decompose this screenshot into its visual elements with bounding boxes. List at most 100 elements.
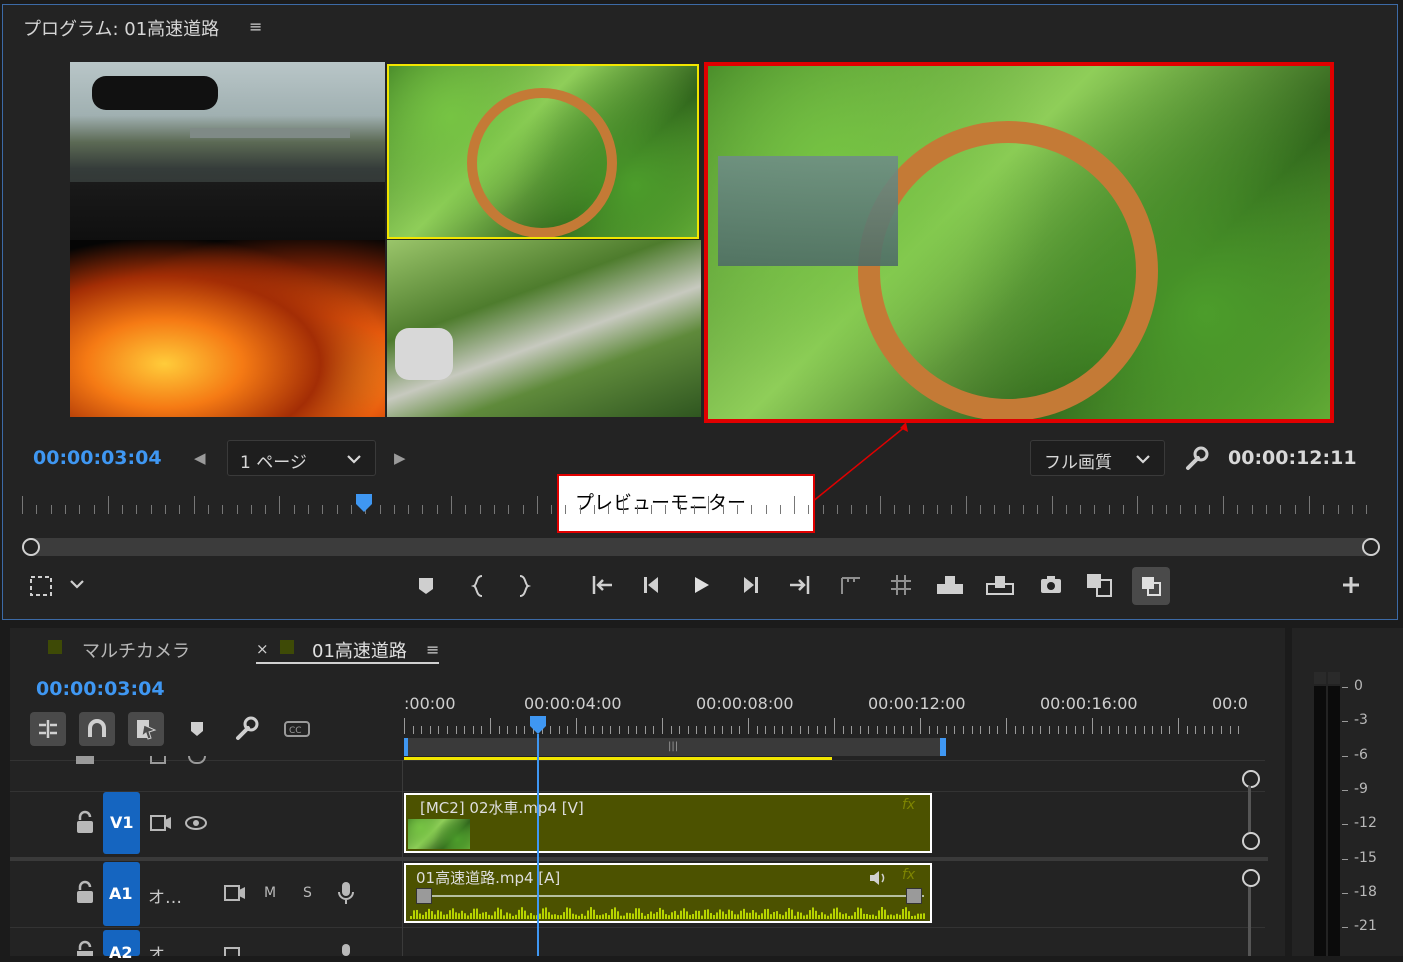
audio-scroll-handle-top[interactable] bbox=[1242, 869, 1260, 887]
video-clip[interactable]: [MC2] 02水車.mp4 [V] fx bbox=[404, 793, 932, 853]
ruler-tick bbox=[559, 726, 560, 734]
ruler-tick bbox=[1169, 726, 1170, 734]
sync-lock-icon[interactable] bbox=[148, 812, 174, 834]
audio-scroll-track[interactable] bbox=[1248, 887, 1251, 956]
sync-lock-icon[interactable] bbox=[222, 882, 248, 904]
waveform-bar bbox=[488, 914, 490, 919]
step-forward-icon[interactable] bbox=[738, 574, 762, 596]
scrollbar-left-handle[interactable] bbox=[22, 538, 40, 556]
microphone-icon[interactable] bbox=[336, 942, 356, 956]
tab-01-highway[interactable]: 01高速道路 bbox=[312, 637, 407, 663]
mark-in-icon[interactable] bbox=[468, 573, 490, 599]
program-playhead[interactable] bbox=[354, 492, 374, 514]
video-scroll-handle-bottom[interactable] bbox=[1242, 832, 1260, 850]
a2-source-patch-button[interactable]: A2 bbox=[103, 930, 140, 962]
snap-button[interactable] bbox=[79, 712, 115, 746]
comparison-view-icon[interactable] bbox=[1084, 570, 1116, 600]
safe-margins-icon[interactable] bbox=[28, 574, 54, 598]
lock-icon[interactable] bbox=[74, 810, 96, 836]
lock-icon[interactable] bbox=[74, 880, 96, 906]
meter-clip-indicator-left[interactable] bbox=[1314, 672, 1326, 684]
tab-multicam[interactable]: マルチカメラ bbox=[82, 637, 190, 663]
timeline-current-timecode[interactable]: 00:00:03:04 bbox=[36, 678, 165, 700]
add-button-icon[interactable] bbox=[1340, 574, 1362, 596]
wrench-settings-icon[interactable] bbox=[234, 716, 260, 742]
keyframe-handle-right[interactable] bbox=[906, 888, 922, 904]
close-tab-icon[interactable]: × bbox=[256, 640, 269, 658]
program-current-timecode[interactable]: 00:00:03:04 bbox=[33, 447, 162, 469]
tab-menu-icon[interactable]: ≡ bbox=[426, 640, 439, 659]
ruler-tick bbox=[705, 726, 706, 734]
volume-rubberband[interactable] bbox=[416, 895, 924, 897]
ruler-tick bbox=[1204, 726, 1205, 734]
scrollbar-right-handle[interactable] bbox=[1362, 538, 1380, 556]
speaker-icon[interactable] bbox=[868, 870, 890, 886]
extract-icon[interactable] bbox=[888, 572, 914, 598]
lock-icon[interactable] bbox=[74, 940, 96, 956]
waveform-bar bbox=[908, 911, 910, 919]
step-back-icon[interactable] bbox=[640, 574, 664, 596]
keyframe-handle-left[interactable] bbox=[416, 888, 432, 904]
track-divider bbox=[10, 791, 1265, 792]
microphone-icon[interactable] bbox=[336, 880, 356, 906]
video-scroll-track[interactable] bbox=[1248, 786, 1251, 832]
next-page-icon[interactable]: ▶ bbox=[394, 449, 406, 467]
solo-track-button[interactable]: S bbox=[303, 885, 312, 901]
play-icon[interactable] bbox=[690, 574, 712, 596]
go-to-in-icon[interactable] bbox=[588, 572, 616, 598]
chevron-down-icon[interactable] bbox=[68, 578, 86, 592]
a1-source-patch-button[interactable]: A1 bbox=[103, 862, 140, 926]
ruler-tick bbox=[456, 726, 457, 734]
camera-angle-4-thumbnail[interactable] bbox=[387, 240, 701, 417]
ruler-tick bbox=[645, 726, 646, 734]
mark-out-icon[interactable] bbox=[512, 573, 534, 599]
ruler-tick bbox=[179, 505, 180, 514]
fx-badge[interactable]: fx bbox=[902, 797, 915, 813]
nest-toggle-button[interactable] bbox=[30, 712, 66, 746]
work-area-out-handle[interactable] bbox=[940, 738, 946, 756]
video-scroll-handle-top[interactable] bbox=[1242, 770, 1260, 788]
grip-icon[interactable]: ||| bbox=[668, 741, 678, 752]
camera-angle-1-thumbnail[interactable] bbox=[70, 62, 385, 240]
ruler-tick bbox=[36, 505, 37, 514]
waveform-bar bbox=[896, 913, 898, 919]
insert-icon[interactable] bbox=[934, 572, 966, 598]
panel-menu-icon[interactable]: ≡ bbox=[249, 17, 262, 36]
ruler-tick bbox=[1223, 496, 1224, 514]
waveform-bar bbox=[584, 915, 586, 919]
prev-page-icon[interactable]: ◀ bbox=[194, 449, 206, 467]
wrench-settings-icon[interactable] bbox=[1184, 446, 1210, 472]
timeline-playhead[interactable] bbox=[528, 714, 548, 736]
linked-selection-button[interactable] bbox=[128, 712, 164, 746]
program-time-ruler[interactable] bbox=[22, 494, 1377, 514]
program-zoom-scrollbar[interactable] bbox=[22, 538, 1379, 556]
ruler-tick bbox=[1037, 505, 1038, 514]
audio-clip[interactable]: 01高速道路.mp4 [A] fx bbox=[404, 863, 932, 923]
ruler-tick bbox=[623, 496, 624, 514]
mute-track-button[interactable]: M bbox=[264, 885, 276, 901]
waveform-bar bbox=[557, 915, 559, 919]
camera-angle-2-thumbnail-selected[interactable] bbox=[387, 64, 699, 239]
overwrite-icon[interactable] bbox=[984, 572, 1016, 598]
fx-badge[interactable]: fx bbox=[902, 867, 915, 883]
add-marker-icon[interactable] bbox=[414, 574, 438, 598]
video-audio-divider[interactable] bbox=[10, 857, 1268, 861]
add-marker-icon[interactable] bbox=[186, 718, 208, 740]
waveform-bar bbox=[917, 913, 919, 919]
page-select[interactable]: 1 ページ bbox=[227, 440, 376, 476]
camera-angle-3-thumbnail[interactable] bbox=[70, 240, 385, 417]
captions-icon[interactable]: CC bbox=[282, 718, 312, 740]
ruler-tick bbox=[499, 726, 500, 734]
meter-clip-indicator-right[interactable] bbox=[1328, 672, 1340, 684]
sync-lock-icon[interactable] bbox=[222, 944, 248, 956]
lift-icon[interactable] bbox=[838, 572, 864, 598]
work-area-in-handle[interactable] bbox=[404, 738, 408, 756]
v1-source-patch-button[interactable]: V1 bbox=[103, 792, 140, 854]
v2-lock-partial bbox=[76, 756, 94, 764]
go-to-out-icon[interactable] bbox=[786, 572, 814, 598]
multicam-toggle-button[interactable] bbox=[1132, 567, 1170, 605]
export-frame-camera-icon[interactable] bbox=[1038, 572, 1064, 598]
waveform-bar bbox=[617, 911, 619, 919]
quality-select[interactable]: フル画質 bbox=[1030, 440, 1165, 476]
eye-icon[interactable] bbox=[184, 814, 208, 832]
